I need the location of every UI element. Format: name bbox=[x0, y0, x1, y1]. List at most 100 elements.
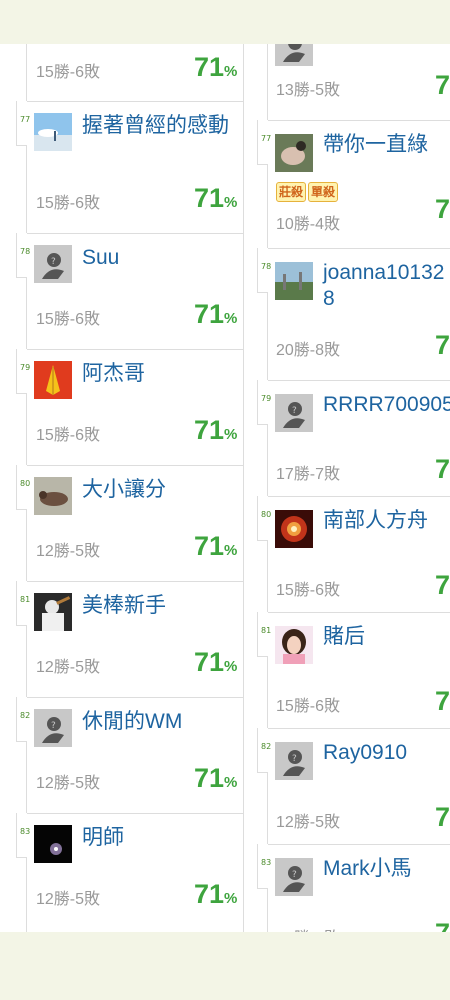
left-ranking-column: 15勝-6敗 71% 77 握著曾經的感動 15勝-6敗 71% 78 ? Su… bbox=[0, 44, 255, 932]
rank-number: 79 bbox=[20, 363, 31, 372]
default-avatar-icon[interactable]: ? bbox=[275, 394, 313, 432]
user-name[interactable]: 賭后 bbox=[323, 624, 365, 650]
win-rate: 7 bbox=[435, 454, 450, 484]
user-name[interactable]: Suu bbox=[82, 245, 242, 271]
win-loss-record: 15勝-6敗 bbox=[36, 427, 101, 444]
rank-number: 83 bbox=[261, 858, 272, 867]
win-loss-record: 10勝-4敗 bbox=[276, 216, 341, 233]
user-name[interactable]: 握著曾經的感動 bbox=[82, 113, 242, 139]
rank-number: 79 bbox=[261, 394, 272, 403]
win-loss-record: 15勝-6敗 bbox=[36, 195, 101, 212]
user-name[interactable]: 南部人方舟 bbox=[323, 508, 428, 534]
rank-number: 77 bbox=[20, 115, 31, 124]
ranking-card[interactable]: 78 ? Suu 15勝-6敗 71% bbox=[0, 233, 255, 349]
ranking-card[interactable]: 82 ? 休閒的WM 12勝-5敗 71% bbox=[0, 697, 255, 813]
ranking-card[interactable]: 83 明師 12勝-5敗 71% bbox=[0, 813, 255, 932]
right-ranking-column: 13勝-5敗 7 77 帶你一直綠 莊殺 單殺 10勝-4敗 7 78 joann… bbox=[255, 44, 450, 932]
user-name[interactable]: RRRR700905 bbox=[323, 392, 450, 418]
svg-text:?: ? bbox=[292, 754, 297, 764]
user-name[interactable]: 休閒的WM bbox=[82, 709, 242, 735]
win-rate: 71% bbox=[194, 299, 238, 329]
user-name[interactable]: 美棒新手 bbox=[82, 593, 242, 619]
rank-number: 80 bbox=[261, 510, 272, 519]
win-loss-record: 20勝-8敗 bbox=[276, 342, 341, 359]
ranking-card[interactable]: 80 大小讓分 12勝-5敗 71% bbox=[0, 465, 255, 581]
default-avatar-icon[interactable] bbox=[275, 44, 313, 66]
user-name[interactable]: Ray0910 bbox=[323, 740, 407, 766]
win-loss-record: 12勝-5敗 bbox=[36, 659, 101, 676]
win-loss-record: 12勝-5敗 bbox=[36, 543, 101, 560]
user-name[interactable]: 阿杰哥 bbox=[82, 361, 242, 387]
default-avatar-icon[interactable]: ? bbox=[34, 709, 72, 747]
user-name[interactable]: Mark小馬 bbox=[323, 856, 412, 882]
rank-number: 78 bbox=[261, 262, 272, 271]
win-loss-record: 15勝-6敗 bbox=[36, 311, 101, 328]
ranking-card[interactable]: 81 賭后 15勝-6敗 7 bbox=[255, 612, 450, 728]
user-avatar[interactable] bbox=[34, 113, 72, 151]
user-name[interactable]: joanna101328 bbox=[323, 260, 450, 312]
win-rate: 7 bbox=[435, 330, 450, 360]
rank-number: 82 bbox=[261, 742, 272, 751]
ranking-card[interactable]: 79 ? RRRR700905 17勝-7敗 7 bbox=[255, 380, 450, 496]
win-rate: 71% bbox=[194, 763, 238, 793]
win-rate: 7 bbox=[435, 570, 450, 600]
win-loss-record: 12勝-5敗 bbox=[276, 814, 341, 831]
rank-number: 82 bbox=[20, 711, 31, 720]
win-rate: 7 bbox=[435, 918, 450, 932]
ranking-card[interactable]: 79 阿杰哥 15勝-6敗 71% bbox=[0, 349, 255, 465]
win-loss-record: 15勝-6敗 bbox=[36, 64, 101, 81]
ranking-card[interactable]: 77 握著曾經的感動 15勝-6敗 71% bbox=[0, 101, 255, 217]
ranking-card[interactable]: 77 帶你一直綠 莊殺 單殺 10勝-4敗 7 bbox=[255, 120, 450, 248]
bottom-bar bbox=[0, 932, 450, 1000]
rank-number: 78 bbox=[20, 247, 31, 256]
win-rate: 7 bbox=[435, 194, 450, 224]
svg-text:?: ? bbox=[51, 721, 56, 731]
win-rate: 71% bbox=[194, 52, 238, 82]
user-name[interactable]: 明師 bbox=[82, 825, 242, 851]
rank-number: 83 bbox=[20, 827, 31, 836]
user-name[interactable]: 大小讓分 bbox=[82, 477, 242, 503]
win-rate: 71% bbox=[194, 647, 238, 677]
svg-text:?: ? bbox=[292, 406, 297, 416]
user-avatar[interactable] bbox=[275, 510, 313, 548]
badge: 單殺 bbox=[308, 182, 339, 202]
ranking-card[interactable]: 82 ? Ray0910 12勝-5敗 7 bbox=[255, 728, 450, 844]
win-rate: 7 bbox=[435, 802, 450, 832]
praying-hands-avatar[interactable] bbox=[34, 361, 72, 399]
win-rate: 71% bbox=[194, 415, 238, 445]
default-avatar-icon[interactable]: ? bbox=[275, 858, 313, 896]
rank-number: 77 bbox=[261, 134, 272, 143]
ranking-card[interactable]: 78 joanna101328 20勝-8敗 7 bbox=[255, 248, 450, 380]
svg-text:?: ? bbox=[292, 870, 297, 880]
rank-number: 80 bbox=[20, 479, 31, 488]
win-loss-record: 15勝-6敗 bbox=[276, 582, 341, 599]
user-avatar[interactable] bbox=[275, 134, 313, 172]
user-avatar[interactable] bbox=[34, 593, 72, 631]
win-rate: 7 bbox=[435, 686, 450, 716]
ranking-card[interactable]: 13勝-5敗 7 bbox=[255, 44, 450, 120]
user-name[interactable]: 帶你一直綠 bbox=[323, 132, 428, 158]
win-loss-record: 17勝-7敗 bbox=[276, 466, 341, 483]
win-loss-record: 12勝-5敗 bbox=[36, 891, 101, 908]
default-avatar-icon[interactable]: ? bbox=[34, 245, 72, 283]
svg-text:?: ? bbox=[51, 257, 56, 267]
ranking-card[interactable]: 83 ? Mark小馬 12勝-5敗 7 bbox=[255, 844, 450, 932]
win-loss-record: 13勝-5敗 bbox=[276, 82, 341, 99]
ranking-list: 15勝-6敗 71% 77 握著曾經的感動 15勝-6敗 71% 78 ? Su… bbox=[0, 44, 450, 932]
user-avatar[interactable] bbox=[34, 477, 72, 515]
rank-number: 81 bbox=[20, 595, 31, 604]
badge: 莊殺 bbox=[276, 182, 307, 202]
win-rate: 71% bbox=[194, 183, 238, 213]
ranking-card[interactable]: 80 南部人方舟 15勝-6敗 7 bbox=[255, 496, 450, 612]
user-avatar[interactable] bbox=[34, 825, 72, 863]
win-loss-record: 12勝-5敗 bbox=[36, 775, 101, 792]
win-loss-record: 15勝-6敗 bbox=[276, 698, 341, 715]
rank-number: 81 bbox=[261, 626, 272, 635]
win-rate: 71% bbox=[194, 879, 238, 909]
user-avatar[interactable] bbox=[275, 626, 313, 664]
default-avatar-icon[interactable]: ? bbox=[275, 742, 313, 780]
win-rate: 7 bbox=[435, 70, 450, 100]
ranking-card[interactable]: 81 美棒新手 12勝-5敗 71% bbox=[0, 581, 255, 697]
user-avatar[interactable] bbox=[275, 262, 313, 300]
badge-group: 莊殺 單殺 bbox=[276, 182, 340, 202]
